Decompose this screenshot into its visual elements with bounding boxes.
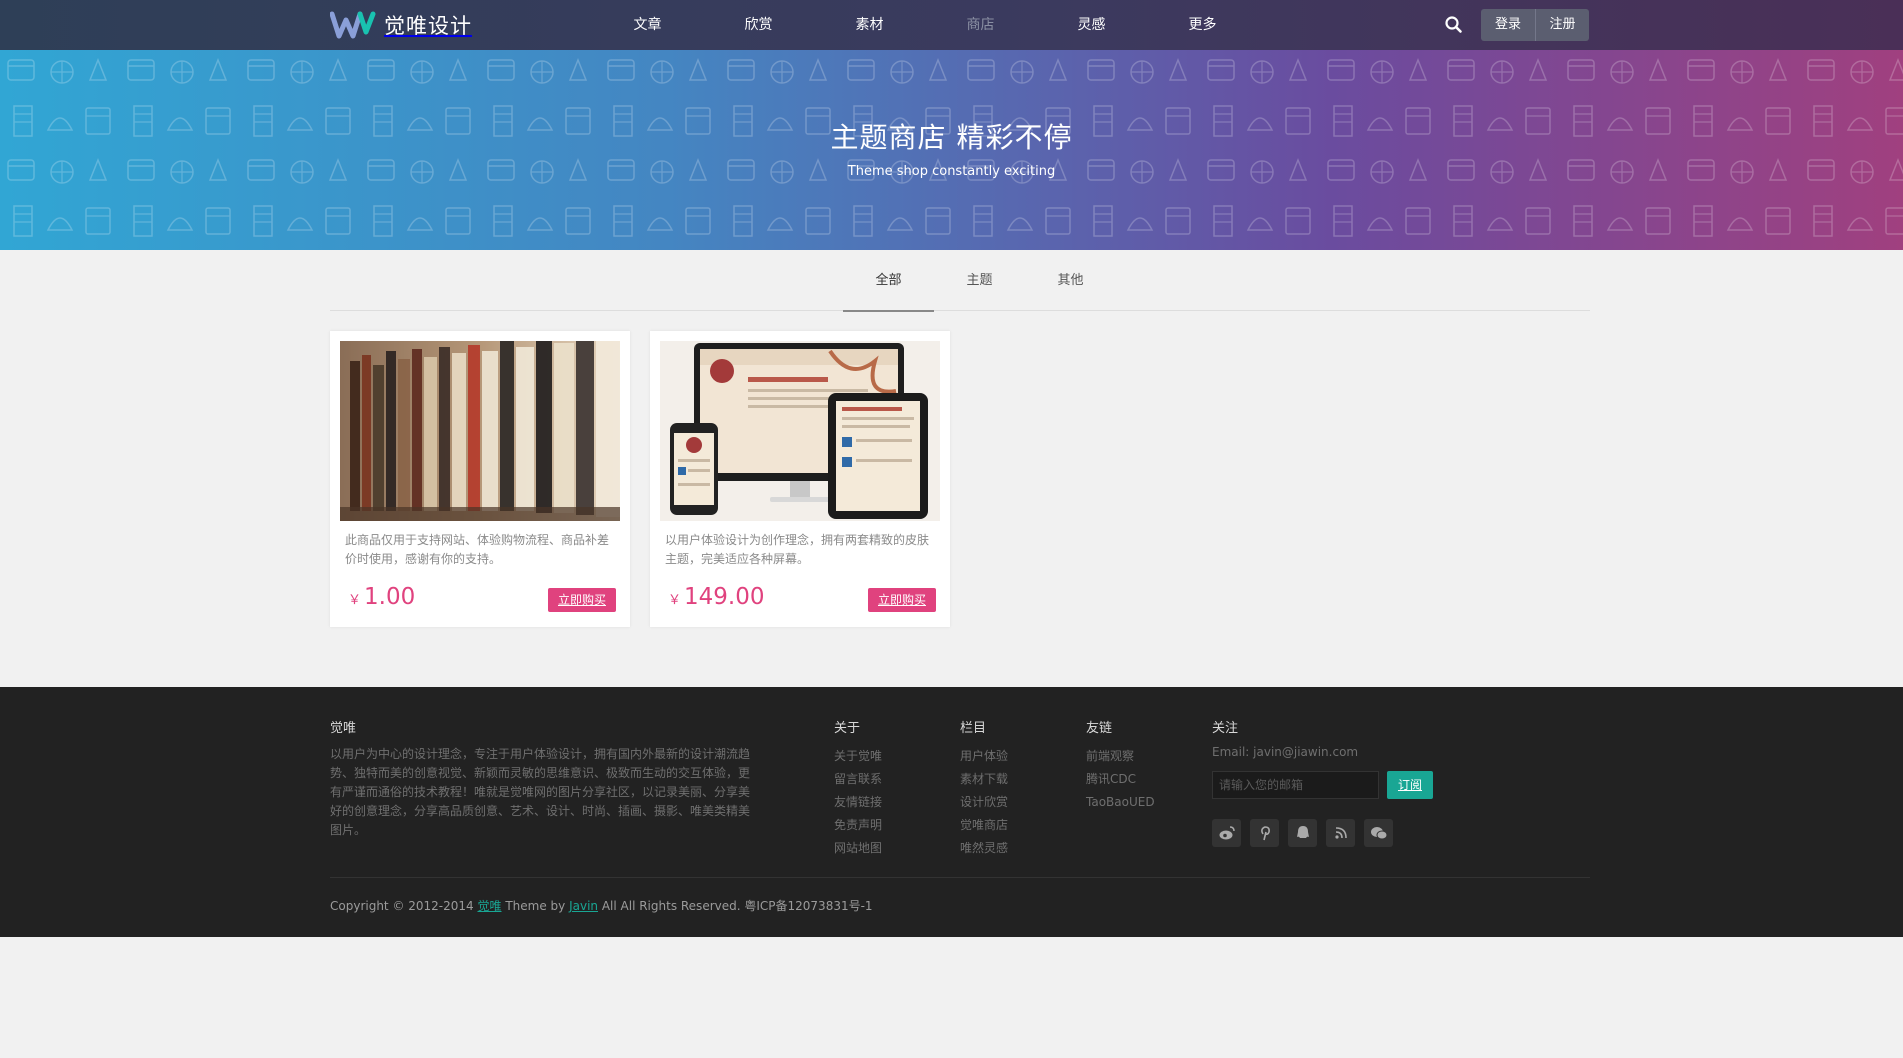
footer-col-sections: 用户体验 素材下载 设计欣赏 觉唯商店 唯然灵感 — [960, 745, 1008, 860]
nav-item-showcase[interactable]: 欣赏 — [703, 0, 814, 50]
site-footer: 觉唯 以用户为中心的设计理念，专注于用户体验设计，拥有国内外最新的设计潮流趋势、… — [0, 687, 1903, 937]
login-button[interactable]: 登录 — [1481, 9, 1535, 41]
wechat-icon[interactable] — [1364, 819, 1393, 847]
shop-banner: 主题商店 精彩不停 Theme shop constantly exciting — [0, 50, 1903, 250]
footer-link[interactable]: 关于觉唯 — [834, 745, 882, 768]
logo-icon — [330, 11, 376, 39]
footer-link[interactable]: 免责声明 — [834, 814, 882, 837]
footer-link[interactable]: 素材下载 — [960, 768, 1008, 791]
subscribe-email-input[interactable] — [1212, 771, 1379, 799]
footer-about-text: 以用户为中心的设计理念，专注于用户体验设计，拥有国内外最新的设计潮流趋势、独特而… — [330, 747, 751, 837]
price-value: 1.00 — [364, 584, 416, 610]
content-area — [0, 250, 1903, 690]
category-tab-list: 全部 主题 其他 — [843, 250, 1116, 312]
search-icon[interactable] — [1444, 15, 1464, 35]
tab-others[interactable]: 其他 — [1025, 250, 1116, 311]
banner-title: 主题商店 精彩不停 — [830, 121, 1073, 154]
bookshelf-photo[interactable] — [340, 341, 620, 521]
product-price: ￥ 149.00 — [668, 584, 765, 610]
product-card: 以用户体验设计为创作理念，拥有两套精致的皮肤主题，完美适应各种屏幕。 ￥ 149.… — [650, 331, 950, 627]
footer-link[interactable]: 腾讯CDC — [1086, 768, 1155, 791]
responsive-devices-mockup[interactable] — [660, 341, 940, 521]
footer-link[interactable]: 网站地图 — [834, 837, 882, 860]
footer-about-title: 觉唯 — [330, 721, 357, 736]
nav-item-shop[interactable]: 商店 — [925, 0, 1036, 50]
nav-item-articles[interactable]: 文章 — [592, 0, 703, 50]
copyright-site-link[interactable]: 觉唯 — [478, 899, 502, 913]
nav-item-inspiration[interactable]: 灵感 — [1036, 0, 1147, 50]
footer-link[interactable]: 友情链接 — [834, 791, 882, 814]
product-description: 以用户体验设计为创作理念，拥有两套精致的皮肤主题，完美适应各种屏幕。 — [665, 533, 930, 566]
pinterest-icon[interactable] — [1250, 819, 1279, 847]
footer-follow-title: 关注 — [1212, 721, 1239, 736]
nav-item-more[interactable]: 更多 — [1147, 0, 1258, 50]
site-logo[interactable]: 觉唯设计 — [330, 9, 472, 41]
footer-col-title-sections: 栏目 — [960, 721, 987, 736]
footer-link[interactable]: 前端观察 — [1086, 745, 1155, 768]
weibo-icon[interactable] — [1212, 819, 1241, 847]
copyright-middle: Theme by — [501, 899, 570, 913]
social-links — [1212, 819, 1393, 847]
nav-item-resources[interactable]: 素材 — [814, 0, 925, 50]
site-name: 觉唯设计 — [384, 14, 472, 38]
category-tabs: 全部 主题 其他 — [330, 250, 1590, 312]
footer-col-friends: 前端观察 腾讯CDC TaoBaoUED — [1086, 745, 1155, 814]
main-nav: 文章 欣赏 素材 商店 灵感 更多 — [592, 0, 1258, 50]
tab-all[interactable]: 全部 — [843, 250, 934, 312]
footer-col-about: 关于觉唯 留言联系 友情链接 免责声明 网站地图 — [834, 745, 882, 860]
buy-now-button[interactable]: 立即购买 — [868, 588, 936, 612]
top-navbar-inner: 觉唯设计 文章 欣赏 素材 商店 灵感 更多 登录 注册 — [330, 0, 1590, 50]
footer-col-title-about: 关于 — [834, 721, 861, 736]
qq-icon[interactable] — [1288, 819, 1317, 847]
copyright-author-link[interactable]: Javin — [569, 899, 598, 913]
subscribe-button[interactable]: 订阅 — [1387, 771, 1433, 799]
footer-divider — [330, 877, 1590, 878]
copyright-suffix: All All Rights Reserved. 粤ICP备12073831号-… — [598, 899, 873, 913]
footer-link[interactable]: 用户体验 — [960, 745, 1008, 768]
footer-col-title-friends: 友链 — [1086, 721, 1113, 736]
footer-link[interactable]: 设计欣赏 — [960, 791, 1008, 814]
auth-buttons: 登录 注册 — [1481, 9, 1589, 41]
currency-symbol: ￥ — [668, 593, 682, 608]
product-card: 此商品仅用于支持网站、体验购物流程、商品补差价时使用，感谢有你的支持。 ￥ 1.0… — [330, 331, 630, 627]
product-price: ￥ 1.00 — [348, 584, 415, 610]
tab-themes[interactable]: 主题 — [934, 250, 1025, 311]
top-navbar: 觉唯设计 文章 欣赏 素材 商店 灵感 更多 登录 注册 — [0, 0, 1903, 50]
footer-email: Email: javin@jiawin.com — [1212, 745, 1359, 759]
footer-copyright: Copyright © 2012-2014 觉唯 Theme by Javin … — [330, 897, 873, 914]
footer-link[interactable]: 留言联系 — [834, 768, 882, 791]
price-value: 149.00 — [684, 584, 765, 610]
register-button[interactable]: 注册 — [1535, 9, 1589, 41]
copyright-prefix: Copyright © 2012-2014 — [330, 899, 478, 913]
rss-icon[interactable] — [1326, 819, 1355, 847]
footer-link[interactable]: 觉唯商店 — [960, 814, 1008, 837]
banner-subtitle: Theme shop constantly exciting — [847, 164, 1056, 179]
currency-symbol: ￥ — [348, 593, 362, 608]
footer-link[interactable]: TaoBaoUED — [1086, 791, 1155, 814]
product-description: 此商品仅用于支持网站、体验购物流程、商品补差价时使用，感谢有你的支持。 — [345, 533, 610, 566]
footer-link[interactable]: 唯然灵感 — [960, 837, 1008, 860]
buy-now-button[interactable]: 立即购买 — [548, 588, 616, 612]
footer-inner: 觉唯 以用户为中心的设计理念，专注于用户体验设计，拥有国内外最新的设计潮流趋势、… — [330, 687, 1590, 937]
